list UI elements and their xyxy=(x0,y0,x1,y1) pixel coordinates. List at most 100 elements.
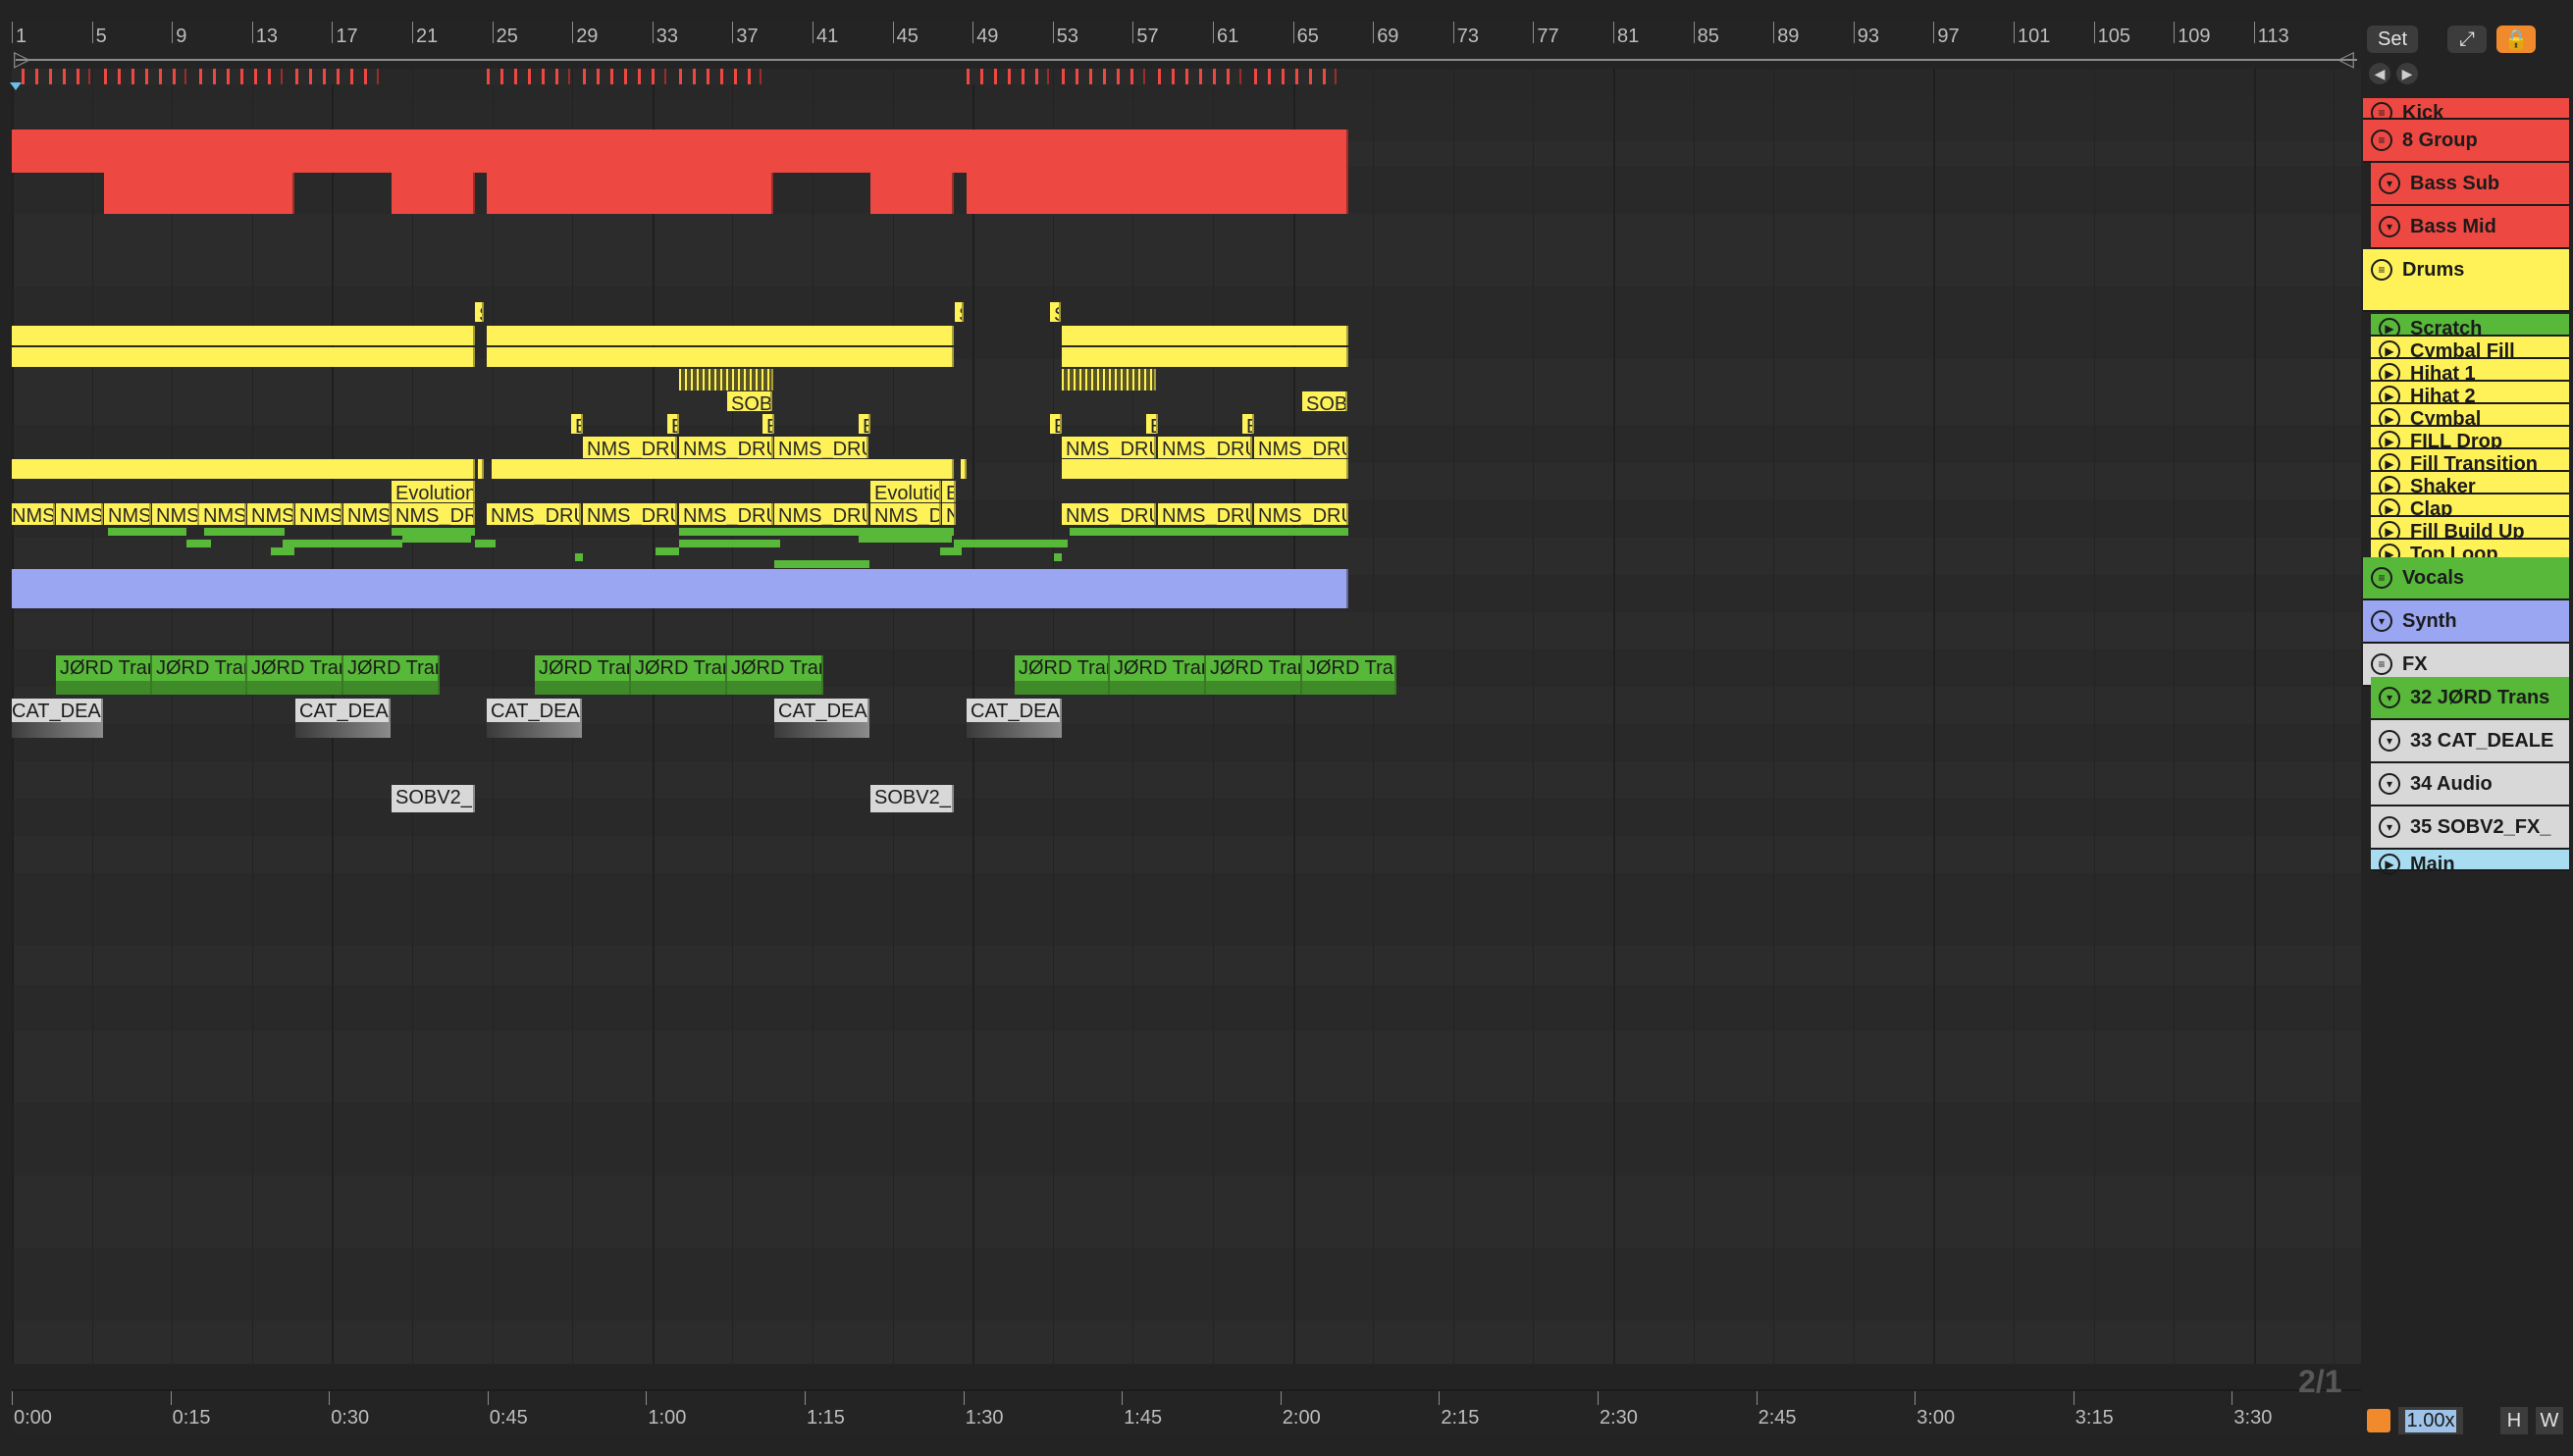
track-lane[interactable] xyxy=(12,1030,2361,1103)
vocal-midi-note[interactable] xyxy=(656,547,679,555)
fold-icon[interactable]: ▾ xyxy=(2371,610,2392,632)
fill-transition-clip[interactable]: E xyxy=(859,414,870,434)
sobv2-fx-clip[interactable]: SOBV2_FX_ho xyxy=(392,785,475,812)
track-lane[interactable] xyxy=(12,985,2361,1030)
track-header[interactable]: ≡ Drums xyxy=(2363,249,2569,312)
fill-transition-clip[interactable]: E xyxy=(1050,414,1062,434)
loop-end-marker[interactable]: ◁ xyxy=(2337,48,2354,70)
top-loop-clip[interactable]: NMS_DRUMLOO xyxy=(1158,503,1252,525)
jord-transition-clip[interactable]: JØRD Transition xyxy=(727,655,823,695)
scratch-clip[interactable]: S xyxy=(475,302,484,322)
track-lane[interactable] xyxy=(12,836,2361,873)
loop-brace[interactable] xyxy=(16,59,2357,61)
top-loop-clip[interactable]: NMS_DI xyxy=(152,503,199,525)
clap-clip[interactable] xyxy=(961,459,967,479)
top-loop-clip[interactable]: NMS_DI xyxy=(104,503,151,525)
hihat1-clip[interactable] xyxy=(1062,326,1348,345)
cat-dealers-clip[interactable]: CAT_DEALERS_D xyxy=(774,699,869,738)
kick-clip[interactable] xyxy=(1254,69,1337,84)
bass-mid-clip[interactable] xyxy=(392,173,475,214)
vocal-midi-note[interactable] xyxy=(575,553,583,561)
sobv2-fx-clip[interactable]: SOBV2_FX_ho xyxy=(870,785,954,812)
top-loop-clip[interactable]: NMS_DRUMLOO xyxy=(583,503,677,525)
track-lane[interactable] xyxy=(12,1321,2361,1364)
bass-sub-clip[interactable] xyxy=(12,130,1348,173)
fold-icon[interactable]: ▾ xyxy=(2379,687,2400,708)
vocal-midi-note[interactable] xyxy=(108,528,186,536)
vocal-midi-note[interactable] xyxy=(1070,528,1348,536)
track-header[interactable]: ≡ 8 Group xyxy=(2363,120,2569,163)
hihat1-clip[interactable] xyxy=(12,326,475,345)
bass-mid-clip[interactable] xyxy=(104,173,294,214)
top-loop-clip[interactable]: NMS_DI xyxy=(199,503,246,525)
play-icon[interactable]: ▶ xyxy=(2379,854,2400,875)
scratch-clip[interactable]: S xyxy=(1050,302,1061,322)
track-header[interactable]: ▶ Scratch xyxy=(2371,314,2569,339)
kick-clip[interactable] xyxy=(295,69,379,84)
cymbal-clip[interactable] xyxy=(1062,369,1156,390)
track-lane[interactable] xyxy=(12,1103,2361,1175)
jord-transition-clip[interactable]: JØRD Transition xyxy=(1015,655,1110,695)
track-header[interactable]: ▶ Hihat 1 xyxy=(2371,359,2569,385)
clap-clip[interactable] xyxy=(492,459,954,479)
fill-transition-clip[interactable]: E xyxy=(1242,414,1254,434)
group-icon[interactable]: ≡ xyxy=(2371,130,2392,151)
set-button[interactable]: Set xyxy=(2367,26,2418,53)
fill-buildup-clip[interactable]: Evolution Of xyxy=(870,481,941,502)
arrangement-area[interactable]: S S S SOBV2_ SOBV2_ E E E E E E E NMS_DRUMLOO NMS_DRU… xyxy=(12,69,2361,1364)
top-loop-clip[interactable]: NMS_DRUMLOO xyxy=(774,503,868,525)
fill-drop-clip[interactable]: SOBV2_ xyxy=(1302,391,1347,411)
fill-transition-clip[interactable]: E xyxy=(762,414,774,434)
track-header[interactable]: ▾ Bass Sub xyxy=(2371,163,2569,206)
track-lane[interactable] xyxy=(12,946,2361,985)
vocal-midi-note[interactable] xyxy=(1054,553,1062,561)
shaker-clip[interactable]: NMS_DRUMLOO xyxy=(1062,437,1156,458)
expand-icon[interactable]: ⤢ xyxy=(2447,26,2487,53)
cymbal-clip[interactable] xyxy=(679,369,773,390)
jord-transition-clip[interactable]: JØRD Transition xyxy=(1110,655,1206,695)
track-header[interactable]: ▶ Fill Transition xyxy=(2371,449,2569,475)
fold-icon[interactable]: ▾ xyxy=(2379,816,2400,838)
top-loop-clip[interactable]: NMS_DI xyxy=(56,503,103,525)
cat-dealers-clip[interactable]: CAT_DEALERS_D xyxy=(295,699,391,738)
fill-buildup-clip[interactable]: Evolution Of S xyxy=(392,481,475,502)
fill-transition-clip[interactable]: E xyxy=(571,414,583,434)
vocal-midi-note[interactable] xyxy=(859,535,952,543)
synth-clip[interactable] xyxy=(12,569,1348,608)
hihat2-clip[interactable] xyxy=(1062,347,1348,367)
jord-transition-clip[interactable]: JØRD Transitions xyxy=(343,655,440,695)
track-lane[interactable] xyxy=(12,359,2361,426)
cpu-meter-icon[interactable] xyxy=(2367,1409,2390,1432)
track-header[interactable]: ≡ Kick xyxy=(2363,98,2569,124)
track-lane[interactable] xyxy=(12,1175,2361,1248)
clap-clip[interactable] xyxy=(12,459,475,479)
jord-transition-clip[interactable]: JØRD Transition xyxy=(247,655,343,695)
top-loop-clip[interactable]: NMS_DI xyxy=(12,503,55,525)
h-button[interactable]: H xyxy=(2500,1407,2528,1434)
track-lane[interactable] xyxy=(12,761,2361,799)
vocal-midi-note[interactable] xyxy=(204,528,285,536)
group-icon[interactable]: ≡ xyxy=(2371,567,2392,589)
top-loop-clip[interactable]: N xyxy=(942,503,956,525)
kick-clip[interactable] xyxy=(104,69,186,84)
track-header[interactable]: ▶ Clap xyxy=(2371,494,2569,520)
hihat2-clip[interactable] xyxy=(12,347,475,367)
fold-icon[interactable]: ▾ xyxy=(2379,773,2400,795)
loop-start-marker[interactable]: ▷ xyxy=(14,48,30,70)
scratch-clip[interactable]: S xyxy=(955,302,964,322)
jord-transition-clip[interactable]: JØRD Transition xyxy=(535,655,631,695)
track-lane[interactable] xyxy=(12,799,2361,836)
bass-mid-clip[interactable] xyxy=(870,173,954,214)
track-lane[interactable] xyxy=(12,1248,2361,1321)
top-loop-clip[interactable]: NMS_DI xyxy=(343,503,391,525)
track-lane[interactable] xyxy=(12,873,2361,946)
jord-transition-clip[interactable]: JØRD Transition xyxy=(1302,655,1396,695)
arrow-left-icon[interactable]: ◀ xyxy=(2369,63,2390,84)
vocal-midi-note[interactable] xyxy=(679,540,780,547)
jord-transition-clip[interactable]: JØRD Transitions xyxy=(631,655,727,695)
jord-transition-clip[interactable]: JØRD Transition xyxy=(1206,655,1302,695)
bass-mid-clip[interactable] xyxy=(487,173,773,214)
top-loop-clip[interactable]: NMS_DRUMLOO xyxy=(487,503,581,525)
hihat2-clip[interactable] xyxy=(487,347,954,367)
group-icon[interactable]: ≡ xyxy=(2371,653,2392,675)
